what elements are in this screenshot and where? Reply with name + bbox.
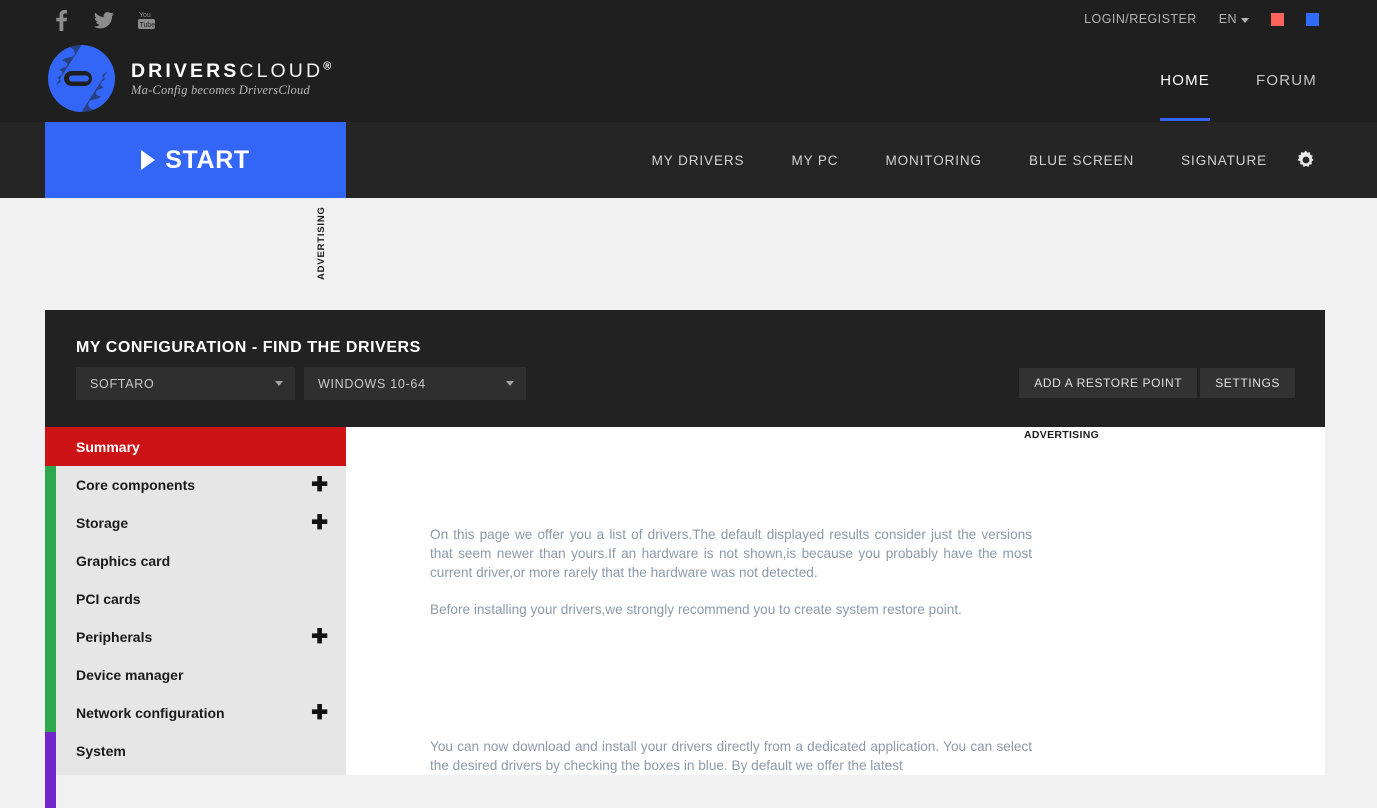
sidebar-item-label: Core components xyxy=(76,477,196,493)
content-area: Summary Core components ✚ Storage ✚ Grap… xyxy=(45,427,1325,808)
sidebar-item-label: Network configuration xyxy=(76,705,225,721)
profile-select-value: SOFTARO xyxy=(90,376,155,391)
article-panel: ADVERTISING On this page we offer you a … xyxy=(346,427,1325,775)
configuration-selectors: SOFTARO WINDOWS 10-64 xyxy=(76,367,526,400)
expand-plus-icon[interactable]: ✚ xyxy=(311,513,328,533)
site-logo[interactable]: DRIVERSCLOUD® Ma-Config becomes DriversC… xyxy=(48,44,331,113)
site-header: You Tube LOGIN/REGISTER EN DRIVERSCLOUD® xyxy=(0,0,1377,122)
play-icon xyxy=(141,150,156,170)
configuration-actions: ADD A RESTORE POINT SETTINGS xyxy=(1019,368,1295,398)
advertising-label-vertical: ADVERTISING xyxy=(316,206,327,280)
settings-gear-button[interactable] xyxy=(1295,122,1317,198)
sidebar-item-label: System xyxy=(76,743,126,759)
sidebar-item-storage[interactable]: Storage ✚ xyxy=(45,504,346,542)
chevron-down-icon xyxy=(1241,17,1249,23)
subnav-item-blue-screen[interactable]: BLUE SCREEN xyxy=(1029,153,1134,168)
sidebar-item-label: Storage xyxy=(76,515,129,531)
article-text: On this page we offer you a list of driv… xyxy=(430,525,1032,773)
os-select[interactable]: WINDOWS 10-64 xyxy=(304,367,526,400)
nav-item-forum[interactable]: FORUM xyxy=(1256,72,1317,121)
driverscloud-logo-icon xyxy=(48,44,115,113)
article-paragraph-3: You can now download and install your dr… xyxy=(430,739,1032,773)
subnav-item-my-pc[interactable]: MY PC xyxy=(791,153,838,168)
article-paragraph-2: Before installing your drivers,we strong… xyxy=(430,602,962,617)
advertising-label-inline: ADVERTISING xyxy=(1024,429,1100,441)
twitter-icon[interactable] xyxy=(93,8,115,32)
sidebar-item-peripherals[interactable]: Peripherals ✚ xyxy=(45,618,346,656)
brand-wordmark: DRIVERSCLOUD® Ma-Config becomes DriversC… xyxy=(131,59,331,98)
os-select-value: WINDOWS 10-64 xyxy=(318,376,426,391)
primary-nav: HOME FORUM xyxy=(1160,72,1317,121)
secondary-nav: START MY DRIVERS MY PC MONITORING BLUE S… xyxy=(0,122,1377,198)
chevron-down-icon xyxy=(506,381,514,386)
theme-swatch-blue[interactable] xyxy=(1306,12,1319,26)
sidebar-item-network-configuration[interactable]: Network configuration ✚ xyxy=(45,694,346,732)
sidebar-item-pci-cards[interactable]: PCI cards xyxy=(45,580,346,618)
sidebar-item-label: PCI cards xyxy=(76,591,141,607)
sidebar-item-core-components[interactable]: Core components ✚ xyxy=(45,466,346,504)
social-links: You Tube xyxy=(50,8,158,32)
sidebar-item-system[interactable]: System xyxy=(45,732,346,770)
nav-item-home[interactable]: HOME xyxy=(1160,72,1210,121)
expand-plus-icon[interactable]: ✚ xyxy=(311,703,328,723)
gear-icon xyxy=(1295,149,1317,171)
svg-text:You: You xyxy=(139,12,151,19)
login-register-link[interactable]: LOGIN/REGISTER xyxy=(1084,12,1197,26)
subnav-item-signature[interactable]: SIGNATURE xyxy=(1181,153,1267,168)
add-restore-point-button[interactable]: ADD A RESTORE POINT xyxy=(1019,368,1198,398)
sidebar-item-label: Summary xyxy=(76,438,140,455)
article-paragraph-1: On this page we offer you a list of driv… xyxy=(430,527,1032,580)
brand-name-bold: DRIVERS xyxy=(131,59,240,82)
profile-select[interactable]: SOFTARO xyxy=(76,367,295,400)
start-button[interactable]: START xyxy=(45,122,346,198)
chevron-down-icon xyxy=(275,381,283,386)
sidebar-item-label: Peripherals xyxy=(76,629,153,645)
youtube-icon[interactable]: You Tube xyxy=(136,8,158,32)
expand-plus-icon[interactable]: ✚ xyxy=(311,627,328,647)
sidebar-menu: Summary Core components ✚ Storage ✚ Grap… xyxy=(45,427,346,808)
sidebar-item-graphics-card[interactable]: Graphics card xyxy=(45,542,346,580)
settings-button[interactable]: SETTINGS xyxy=(1200,368,1295,398)
language-label: EN xyxy=(1218,12,1237,26)
brand-title: DRIVERSCLOUD® xyxy=(131,59,332,82)
svg-text:Tube: Tube xyxy=(139,22,155,29)
configuration-panel: MY CONFIGURATION - FIND THE DRIVERS SOFT… xyxy=(45,310,1325,427)
subnav-item-my-drivers[interactable]: MY DRIVERS xyxy=(652,153,745,168)
brand-tagline: Ma-Config becomes DriversCloud xyxy=(131,83,310,98)
page-title: MY CONFIGURATION - FIND THE DRIVERS xyxy=(76,339,421,356)
sidebar-item-label: Graphics card xyxy=(76,553,171,569)
facebook-icon[interactable] xyxy=(50,8,72,32)
subnav-item-monitoring[interactable]: MONITORING xyxy=(885,153,982,168)
theme-swatch-red[interactable] xyxy=(1271,12,1284,26)
account-controls: LOGIN/REGISTER EN xyxy=(1084,12,1319,26)
expand-plus-icon[interactable]: ✚ xyxy=(311,475,328,495)
secondary-nav-links: MY DRIVERS MY PC MONITORING BLUE SCREEN … xyxy=(652,122,1267,198)
advertising-slot-top: ADVERTISING xyxy=(45,198,1325,310)
brand-registered-mark: ® xyxy=(323,60,332,73)
language-selector[interactable]: EN xyxy=(1219,12,1249,26)
brand-name-light: CLOUD xyxy=(239,59,324,82)
sidebar-item-summary[interactable]: Summary xyxy=(45,427,346,466)
sidebar-item-label: Device manager xyxy=(76,667,184,683)
sidebar-item-device-manager[interactable]: Device manager xyxy=(45,656,346,694)
start-button-label: START xyxy=(165,145,250,174)
